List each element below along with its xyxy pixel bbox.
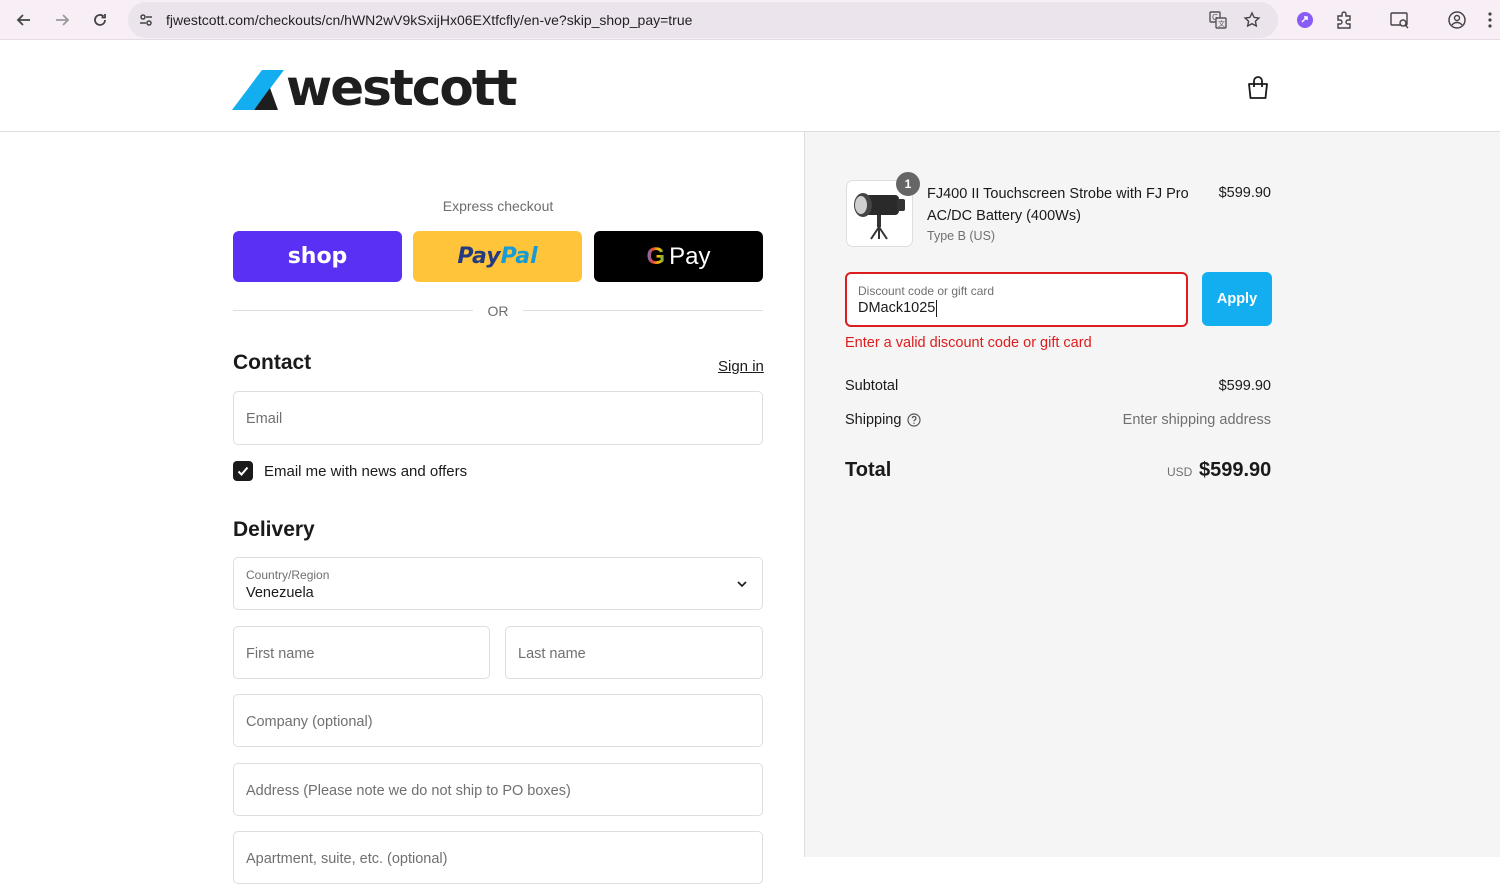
discount-value: DMack1025 [858, 300, 936, 316]
first-name-placeholder: First name [246, 646, 315, 662]
divider-line [233, 310, 473, 311]
sign-in-link[interactable]: Sign in [718, 358, 764, 375]
email-field[interactable]: Email [233, 391, 763, 445]
store-header: westcott [0, 41, 1500, 132]
subtotal-value: $599.90 [1218, 378, 1271, 394]
checkmark-icon [237, 466, 249, 476]
apartment-placeholder: Apartment, suite, etc. (optional) [246, 851, 448, 867]
westcott-logo[interactable]: westcott [232, 63, 542, 113]
profile-icon[interactable] [1445, 8, 1469, 32]
delivery-title: Delivery [233, 518, 315, 541]
google-pay-button[interactable]: G Pay [594, 231, 763, 282]
logo-text: westcott [286, 59, 518, 117]
forward-icon[interactable] [50, 8, 74, 32]
star-icon[interactable] [1242, 10, 1262, 30]
order-summary: 1 FJ400 II Touchscreen Strobe with FJ Pr… [804, 132, 1500, 857]
last-name-field[interactable]: Last name [505, 626, 763, 679]
or-divider: OR [233, 301, 763, 321]
apply-button[interactable]: Apply [1202, 272, 1272, 326]
help-circle-icon[interactable] [907, 413, 922, 427]
shipping-label: Shipping [845, 412, 902, 428]
apartment-field[interactable]: Apartment, suite, etc. (optional) [233, 831, 763, 884]
puzzle-icon[interactable] [1332, 8, 1356, 32]
total-label: Total [845, 459, 892, 481]
translate-icon[interactable]: G文 [1208, 10, 1228, 30]
subtotal-label: Subtotal [845, 378, 899, 394]
company-field[interactable]: Company (optional) [233, 694, 763, 747]
extension-purple-icon[interactable] [1293, 8, 1317, 32]
url-text[interactable]: fjwestcott.com/checkouts/cn/hWN2wV9kSxij… [166, 12, 692, 28]
svg-text:文: 文 [1218, 19, 1225, 28]
total-currency: USD [1167, 465, 1193, 479]
country-label: Country/Region [246, 568, 330, 582]
text-cursor [936, 300, 937, 317]
shipping-row: Shipping Enter shipping address [845, 412, 1271, 432]
newsletter-checkbox[interactable] [233, 461, 253, 481]
country-select[interactable]: Country/Region Venezuela [233, 557, 763, 610]
product-name: FJ400 II Touchscreen Strobe with FJ Pro … [927, 186, 1189, 224]
country-value: Venezuela [246, 585, 314, 601]
discount-label: Discount code or gift card [858, 284, 995, 298]
express-checkout-label: Express checkout [442, 198, 554, 214]
divider-line [523, 310, 763, 311]
paypal-label-part2: Pal [500, 244, 538, 269]
or-label: OR [487, 303, 509, 319]
newsletter-label[interactable]: Email me with news and offers [264, 463, 467, 480]
shipping-label-group: Shipping [845, 412, 922, 428]
discount-code-field[interactable]: Discount code or gift card DMack1025 [845, 272, 1188, 327]
shopping-bag-icon[interactable] [1246, 75, 1270, 101]
first-name-field[interactable]: First name [233, 626, 490, 679]
total-value: $599.90 [1199, 459, 1272, 481]
site-info-icon[interactable] [136, 10, 156, 30]
product-variant: Type B (US) [927, 229, 996, 243]
discount-error-message: Enter a valid discount code or gift card [845, 335, 1092, 351]
shipping-value: Enter shipping address [1122, 412, 1271, 428]
paypal-button[interactable]: Pay Pal [413, 231, 582, 282]
browser-toolbar: fjwestcott.com/checkouts/cn/hWN2wV9kSxij… [0, 0, 1500, 40]
checkout-form: Express checkout shop Pay Pal G Pay OR Con… [0, 132, 804, 884]
subtotal-row: Subtotal $599.90 [845, 378, 1271, 398]
quantity-badge: 1 [896, 172, 920, 196]
shop-pay-button[interactable]: shop [233, 231, 402, 282]
contact-title: Contact [233, 351, 312, 374]
shop-pay-label: shop [287, 244, 348, 269]
address-field[interactable]: Address (Please note we do not ship to P… [233, 763, 763, 816]
google-g-icon: G [646, 242, 666, 270]
paypal-label-part1: Pay [457, 244, 501, 269]
product-price: $599.90 [1218, 185, 1271, 201]
westcott-logo-mark-icon [232, 70, 284, 110]
reload-icon[interactable] [88, 8, 112, 32]
back-icon[interactable] [12, 8, 36, 32]
company-placeholder: Company (optional) [246, 714, 373, 730]
kebab-menu-icon[interactable] [1484, 8, 1496, 32]
chevron-down-icon [737, 581, 747, 588]
last-name-placeholder: Last name [518, 646, 586, 662]
address-bar[interactable]: fjwestcott.com/checkouts/cn/hWN2wV9kSxij… [128, 2, 1278, 38]
google-pay-label: Pay [669, 242, 711, 270]
address-placeholder: Address (Please note we do not ship to P… [246, 783, 571, 799]
email-placeholder: Email [246, 411, 283, 427]
media-icon[interactable] [1388, 8, 1412, 32]
